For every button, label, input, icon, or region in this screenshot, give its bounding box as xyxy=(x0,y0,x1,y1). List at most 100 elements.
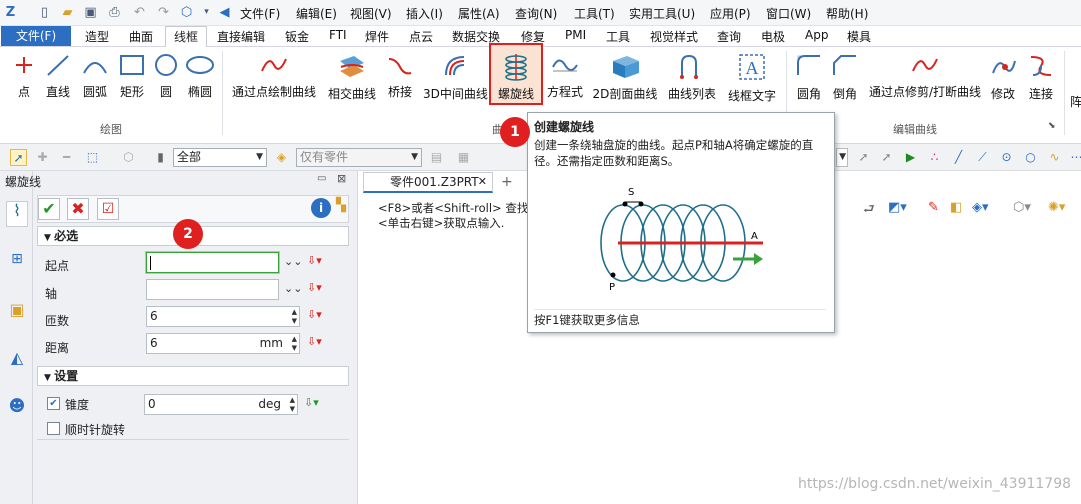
spinner-icon[interactable]: ▲ ▼ xyxy=(292,335,297,353)
menu-item[interactable]: 窗口(W) xyxy=(766,5,811,22)
arc-button[interactable]: 圆弧 xyxy=(80,53,110,100)
tab-10[interactable]: PMI xyxy=(565,28,586,42)
tab-4[interactable]: 钣金 xyxy=(285,28,309,45)
menu-item[interactable]: 应用(P) xyxy=(710,5,751,22)
ok-check-icon[interactable]: ✔ xyxy=(38,198,60,220)
array-button-partial[interactable]: 阵 xyxy=(1070,87,1081,110)
play-icon[interactable]: ▶ xyxy=(902,149,919,166)
menu-item[interactable]: 工具(T) xyxy=(574,5,615,22)
start-point-input[interactable] xyxy=(146,252,279,273)
display-cube-icon[interactable]: ◈▾ xyxy=(972,200,989,215)
select-pointer-icon[interactable]: ➚ xyxy=(10,149,27,166)
chevron-double-icon[interactable]: ⌄⌄ xyxy=(284,255,302,268)
tab-3[interactable]: 直接编辑 xyxy=(217,28,265,45)
document-tab[interactable]: 零件001.Z3PRT ✕ xyxy=(363,172,493,193)
tab-5[interactable]: FTI xyxy=(329,28,347,42)
history-tree-icon[interactable]: ⊞ xyxy=(6,251,28,273)
toolbar-icon-b[interactable]: ▦ xyxy=(455,149,472,166)
part-icon[interactable]: ▣ xyxy=(6,301,28,323)
taper-input[interactable]: 0 deg ▲ ▼ xyxy=(144,394,298,415)
redo-icon[interactable]: ↷ xyxy=(155,4,172,21)
shaded-cube-icon[interactable]: ◧ xyxy=(950,200,962,215)
midpoint-snap-icon[interactable]: ⟋ xyxy=(974,149,991,166)
line-button[interactable]: 直线 xyxy=(44,53,72,100)
circle-button[interactable]: 圆 xyxy=(151,53,181,100)
menu-item[interactable]: 文件(F) xyxy=(240,5,280,22)
tab-15[interactable]: App xyxy=(805,28,828,42)
menu-item[interactable]: 视图(V) xyxy=(350,5,392,22)
settings-hex-icon[interactable]: ⬡ xyxy=(178,4,195,21)
trim-break-curve-button[interactable]: 通过点修剪/打断曲线 xyxy=(866,53,984,100)
tab-0[interactable]: 造型 xyxy=(85,28,109,45)
image-icon[interactable]: ◭ xyxy=(6,349,28,371)
undo-icon[interactable]: ↶ xyxy=(131,4,148,21)
appearance-icon[interactable]: ✺▾ xyxy=(1048,200,1065,215)
select-box-icon[interactable]: ⬚ xyxy=(84,149,101,166)
pick-icon[interactable]: ➚ xyxy=(855,149,872,166)
join-curve-button[interactable]: 连接 xyxy=(1026,53,1056,102)
tab-2[interactable]: 线框 xyxy=(165,26,207,48)
curve-through-points-button[interactable]: 通过点绘制曲线 xyxy=(230,53,318,100)
menu-item[interactable]: 插入(I) xyxy=(406,5,443,22)
points-icon[interactable]: ∴ xyxy=(926,149,943,166)
view-cube-icon[interactable]: ⬡▾ xyxy=(1013,200,1031,215)
close-tab-icon[interactable]: ✕ xyxy=(478,173,487,191)
menu-item[interactable]: 实用工具(U) xyxy=(629,5,695,22)
tab-13[interactable]: 查询 xyxy=(717,28,741,45)
hex-select-icon[interactable]: ⬡ xyxy=(120,149,137,166)
view-undo-icon[interactable]: ⮐ xyxy=(863,200,875,222)
3d-middle-curve-button[interactable]: 3D中间曲线 xyxy=(423,53,488,102)
print-icon[interactable]: ⎙ xyxy=(106,4,123,21)
intersection-curve-button[interactable]: 相交曲线 xyxy=(326,53,378,102)
distance-input[interactable]: 6 mm ▲ ▼ xyxy=(146,333,300,354)
spinner-icon[interactable]: ▲ ▼ xyxy=(290,396,295,414)
file-tab[interactable]: 文件(F) xyxy=(1,26,71,46)
tab-12[interactable]: 视觉样式 xyxy=(650,28,698,45)
new-tab-icon[interactable]: + xyxy=(501,174,513,190)
tab-6[interactable]: 焊件 xyxy=(365,28,389,45)
section-settings[interactable]: ▼ 设置 xyxy=(37,366,349,386)
helix-button[interactable]: 螺旋线 xyxy=(489,43,543,105)
user-icon[interactable]: ☻ xyxy=(6,397,28,419)
group-expand-icon[interactable]: ⬊ xyxy=(1048,121,1056,131)
add-icon[interactable]: ✚ xyxy=(34,149,51,166)
tab-1[interactable]: 曲面 xyxy=(129,28,153,45)
combo-edge[interactable]: ▼ xyxy=(836,148,848,167)
modify-curve-button[interactable]: 修改 xyxy=(988,53,1018,102)
curve-snap-icon[interactable]: ∿ xyxy=(1046,149,1063,166)
clockwise-checkbox[interactable] xyxy=(47,422,60,435)
view-orient-icon[interactable]: ◩▾ xyxy=(888,200,907,215)
new-file-icon[interactable]: ▯ xyxy=(36,4,53,21)
axis-input[interactable] xyxy=(146,279,279,300)
pick-axis-icon[interactable]: ⇩▾ xyxy=(307,281,322,294)
customize-dropdown-icon[interactable]: ▾ xyxy=(198,4,215,21)
open-folder-icon[interactable]: ▰ xyxy=(59,4,76,21)
toolbar-icon-a[interactable]: ▤ xyxy=(428,149,445,166)
filter-combo[interactable]: 全部 ▼ xyxy=(173,148,267,167)
chamfer-curve-button[interactable]: 倒角 xyxy=(830,53,860,102)
chevron-double-icon[interactable]: ⌄⌄ xyxy=(284,282,302,295)
filter-icon[interactable]: ▮ xyxy=(152,149,169,166)
history-icon[interactable]: ▚ xyxy=(336,198,350,218)
info-icon[interactable]: i xyxy=(311,198,331,218)
menu-item[interactable]: 帮助(H) xyxy=(826,5,868,22)
ellipse-button[interactable]: 椭圆 xyxy=(184,53,216,100)
pick-taper-icon[interactable]: ⇩▾ xyxy=(304,396,319,409)
tab-7[interactable]: 点云 xyxy=(409,28,433,45)
part-filter-icon[interactable]: ◈ xyxy=(273,149,290,166)
close-icon[interactable]: ⊠ xyxy=(337,172,346,185)
menu-item[interactable]: 查询(N) xyxy=(515,5,557,22)
more-snap-icon[interactable]: ⋯ xyxy=(1068,149,1081,166)
apply-icon[interactable]: ☑ xyxy=(97,198,119,220)
turns-input[interactable]: 6 ▲ ▼ xyxy=(146,306,300,327)
wireframe-text-button[interactable]: A 线框文字 xyxy=(726,53,778,104)
tab-11[interactable]: 工具 xyxy=(606,28,630,45)
tab-16[interactable]: 模具 xyxy=(847,28,871,45)
point-button[interactable]: 点 xyxy=(12,53,36,100)
center-snap-icon[interactable]: ⊙ xyxy=(998,149,1015,166)
collapse-arrow-icon[interactable]: ◀ xyxy=(216,4,233,21)
pin-icon[interactable]: ▭ xyxy=(317,173,326,184)
render-mode-icon[interactable]: ✎ xyxy=(928,200,939,215)
line-snap-icon[interactable]: ╱ xyxy=(950,149,967,166)
parts-combo[interactable]: 仅有零件 ▼ xyxy=(296,148,422,167)
